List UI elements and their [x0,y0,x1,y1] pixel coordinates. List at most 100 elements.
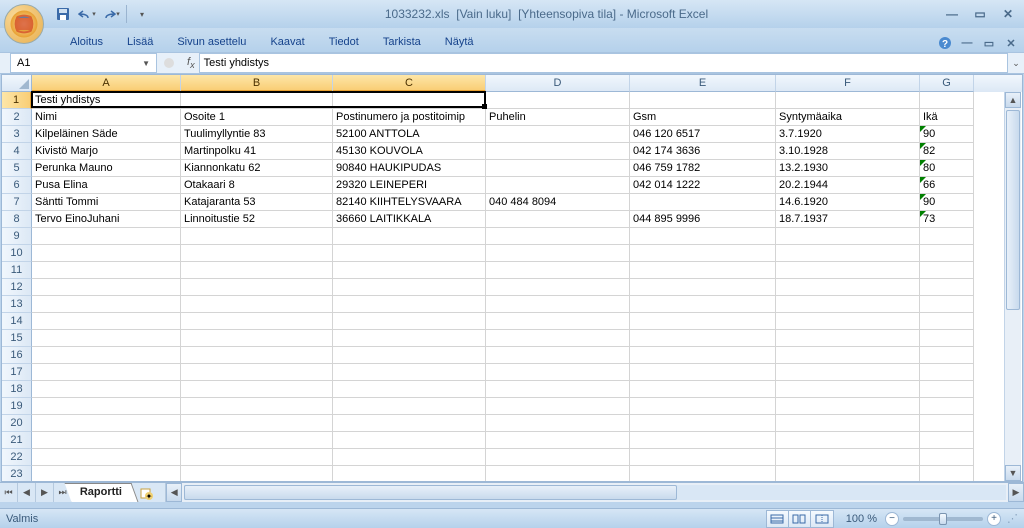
cell-G3[interactable]: 90 [920,126,974,143]
horizontal-scrollbar[interactable]: ◀ ▶ [165,483,1024,502]
cell-D19[interactable] [486,398,630,415]
row-header-5[interactable]: 5 [2,160,32,177]
tab-lisaa[interactable]: Lisää [115,32,165,52]
cell-E21[interactable] [630,432,776,449]
row-header-21[interactable]: 21 [2,432,32,449]
cell-C8[interactable]: 36660 LAITIKKALA [333,211,486,228]
cell-F1[interactable] [776,92,920,109]
column-header-A[interactable]: A [32,75,181,92]
tab-tiedot[interactable]: Tiedot [317,32,371,52]
cell-G1[interactable] [920,92,974,109]
column-header-E[interactable]: E [630,75,776,92]
cell-A9[interactable] [32,228,181,245]
vertical-scrollbar[interactable]: ▲ ▼ [1004,92,1021,481]
row-header-4[interactable]: 4 [2,143,32,160]
cell-C4[interactable]: 45130 KOUVOLA [333,143,486,160]
cell-A22[interactable] [32,449,181,466]
undo-button[interactable]: ▾ [76,3,98,25]
cell-B20[interactable] [181,415,333,432]
cell-A23[interactable] [32,466,181,481]
cell-C1[interactable] [333,92,486,109]
cell-E23[interactable] [630,466,776,481]
cell-E6[interactable]: 042 014 1222 [630,177,776,194]
cell-F7[interactable]: 14.6.1920 [776,194,920,211]
cell-F4[interactable]: 3.10.1928 [776,143,920,160]
cell-B3[interactable]: Tuulimyllyntie 83 [181,126,333,143]
column-header-D[interactable]: D [486,75,630,92]
cell-E10[interactable] [630,245,776,262]
cell-E4[interactable]: 042 174 3636 [630,143,776,160]
cell-B4[interactable]: Martinpolku 41 [181,143,333,160]
cell-F2[interactable]: Syntymäaika [776,109,920,126]
formula-input[interactable]: Testi yhdistys [199,53,1008,73]
cell-C2[interactable]: Postinumero ja postitoimip [333,109,486,126]
cell-C20[interactable] [333,415,486,432]
cell-A21[interactable] [32,432,181,449]
cell-B11[interactable] [181,262,333,279]
cell-D20[interactable] [486,415,630,432]
column-header-C[interactable]: C [333,75,486,92]
cell-B23[interactable] [181,466,333,481]
cell-C7[interactable]: 82140 KIIHTELYSVAARA [333,194,486,211]
cell-E18[interactable] [630,381,776,398]
zoom-level[interactable]: 100 % [842,513,881,525]
row-header-16[interactable]: 16 [2,347,32,364]
scroll-left-button[interactable]: ◀ [166,483,182,502]
cell-G14[interactable] [920,313,974,330]
cell-B18[interactable] [181,381,333,398]
cell-C13[interactable] [333,296,486,313]
sheet-first-button[interactable]: ⏮ [0,483,18,502]
cell-E5[interactable]: 046 759 1782 [630,160,776,177]
cell-A6[interactable]: Pusa Elina [32,177,181,194]
row-header-17[interactable]: 17 [2,364,32,381]
cell-F12[interactable] [776,279,920,296]
cell-E22[interactable] [630,449,776,466]
workbook-restore-button[interactable]: ▭ [980,35,998,51]
column-header-F[interactable]: F [776,75,920,92]
cell-F19[interactable] [776,398,920,415]
cell-F17[interactable] [776,364,920,381]
tab-aloitus[interactable]: Aloitus [58,32,115,52]
cell-C23[interactable] [333,466,486,481]
cell-D16[interactable] [486,347,630,364]
new-sheet-button[interactable]: ✦ [135,483,157,502]
cell-B13[interactable] [181,296,333,313]
resize-grip-icon[interactable]: ⋰ [1007,512,1018,525]
cell-A10[interactable] [32,245,181,262]
cell-D23[interactable] [486,466,630,481]
zoom-out-button[interactable]: − [885,512,899,526]
cell-F15[interactable] [776,330,920,347]
cell-F6[interactable]: 20.2.1944 [776,177,920,194]
cell-E7[interactable] [630,194,776,211]
cell-D21[interactable] [486,432,630,449]
cell-D2[interactable]: Puhelin [486,109,630,126]
cell-G21[interactable] [920,432,974,449]
sheet-tab-raportti[interactable]: Raportti [65,483,139,502]
scroll-down-button[interactable]: ▼ [1005,465,1021,481]
cell-D12[interactable] [486,279,630,296]
cell-B8[interactable]: Linnoitustie 52 [181,211,333,228]
name-box-dropdown-icon[interactable]: ▼ [142,59,150,68]
cell-G20[interactable] [920,415,974,432]
cell-A13[interactable] [32,296,181,313]
cell-G10[interactable] [920,245,974,262]
cell-C17[interactable] [333,364,486,381]
cell-G15[interactable] [920,330,974,347]
zoom-in-button[interactable]: + [987,512,1001,526]
vscroll-thumb[interactable] [1006,110,1020,310]
cell-G23[interactable] [920,466,974,481]
cell-E19[interactable] [630,398,776,415]
cell-A11[interactable] [32,262,181,279]
page-break-view-button[interactable] [811,511,833,527]
cell-D6[interactable] [486,177,630,194]
workbook-close-button[interactable]: ✕ [1002,35,1020,51]
cell-B21[interactable] [181,432,333,449]
cell-C21[interactable] [333,432,486,449]
cell-D4[interactable] [486,143,630,160]
cell-G8[interactable]: 73 [920,211,974,228]
save-button[interactable] [52,3,74,25]
cell-E17[interactable] [630,364,776,381]
cell-E11[interactable] [630,262,776,279]
row-header-2[interactable]: 2 [2,109,32,126]
sheet-next-button[interactable]: ▶ [36,483,54,502]
